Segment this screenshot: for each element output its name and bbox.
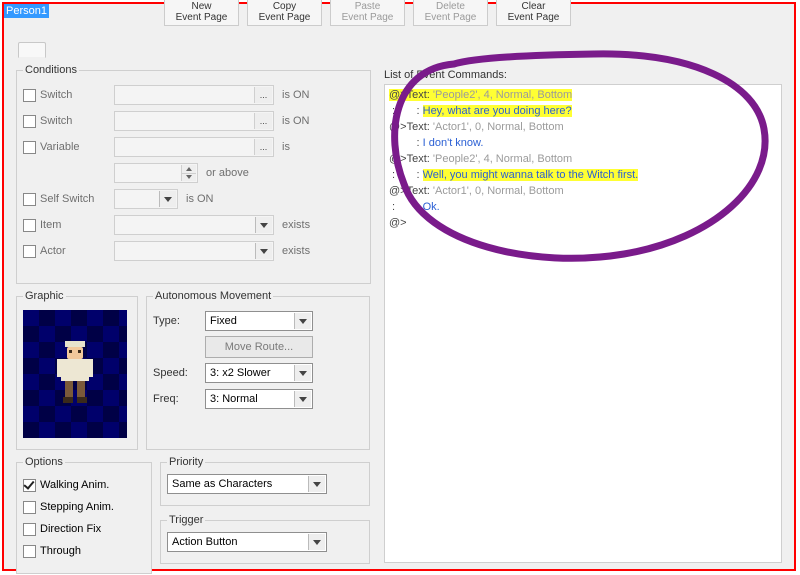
actor-combo[interactable]: [114, 241, 274, 261]
speed-combo[interactable]: 3: x2 Slower: [205, 363, 313, 383]
actor-checkbox[interactable]: [23, 245, 36, 258]
is-on-label: is ON: [282, 89, 310, 101]
options-group: Options Walking Anim. Stepping Anim. Dir…: [16, 456, 152, 574]
ellipsis-icon[interactable]: ...: [254, 139, 272, 155]
command-line[interactable]: @>Text: 'People2', 4, Normal, Bottom: [389, 87, 777, 103]
command-line[interactable]: @>Text: 'People2', 4, Normal, Bottom: [389, 151, 777, 167]
spin-up-icon[interactable]: [182, 165, 196, 173]
event-command-list[interactable]: @>Text: 'People2', 4, Normal, Bottom : :…: [384, 84, 782, 563]
priority-group: Priority Same as Characters: [160, 456, 370, 506]
command-line[interactable]: : : Hey, what are you doing here?: [389, 103, 777, 119]
ellipsis-icon[interactable]: ...: [254, 87, 272, 103]
move-route-button[interactable]: Move Route...: [205, 336, 313, 358]
copy-event-page-button[interactable]: CopyEvent Page: [247, 0, 322, 26]
is-on-label: is ON: [186, 193, 214, 205]
direction-fix-label: Direction Fix: [40, 523, 101, 535]
command-line[interactable]: : : Ok.: [389, 199, 777, 215]
move-type-combo[interactable]: Fixed: [205, 311, 313, 331]
trigger-group: Trigger Action Button: [160, 514, 370, 564]
new-event-page-button[interactable]: NewEvent Page: [164, 0, 239, 26]
chevron-down-icon: [159, 191, 176, 207]
character-graphic[interactable]: [23, 310, 127, 438]
options-legend: Options: [23, 456, 65, 468]
chevron-down-icon: [308, 534, 325, 550]
is-label: is: [282, 141, 290, 153]
direction-fix-checkbox[interactable]: [23, 523, 36, 536]
chevron-down-icon: [294, 313, 311, 329]
through-checkbox[interactable]: [23, 545, 36, 558]
switch1-field[interactable]: ...: [114, 85, 274, 105]
event-page-toolbar: NewEvent Page CopyEvent Page PasteEvent …: [164, 0, 571, 26]
automove-legend: Autonomous Movement: [153, 290, 273, 302]
exists-label: exists: [282, 245, 310, 257]
priority-legend: Priority: [167, 456, 205, 468]
self-switch-combo[interactable]: [114, 189, 178, 209]
event-name-field[interactable]: Person1: [4, 4, 49, 18]
switch1-label: Switch: [40, 89, 110, 101]
spin-down-icon[interactable]: [182, 173, 196, 182]
autonomous-movement-group: Autonomous Movement Type: Fixed Move Rou…: [146, 290, 370, 450]
item-label: Item: [40, 219, 110, 231]
delete-event-page-button: DeleteEvent Page: [413, 0, 488, 26]
freq-label: Freq:: [153, 393, 201, 405]
conditions-legend: Conditions: [23, 64, 79, 76]
command-line[interactable]: : : Well, you might wanna talk to the Wi…: [389, 167, 777, 183]
chevron-down-icon: [294, 391, 311, 407]
command-list-label: List of Event Commands:: [384, 69, 507, 81]
graphic-group: Graphic: [16, 290, 138, 450]
walking-anim-label: Walking Anim.: [40, 479, 109, 491]
command-line[interactable]: @>Text: 'Actor1', 0, Normal, Bottom: [389, 119, 777, 135]
editor-window: Person1 NewEvent Page CopyEvent Page Pas…: [2, 2, 796, 571]
graphic-legend: Graphic: [23, 290, 66, 302]
variable-checkbox[interactable]: [23, 141, 36, 154]
speed-label: Speed:: [153, 367, 201, 379]
item-checkbox[interactable]: [23, 219, 36, 232]
walking-anim-checkbox[interactable]: [23, 479, 36, 492]
is-on-label: is ON: [282, 115, 310, 127]
self-switch-checkbox[interactable]: [23, 193, 36, 206]
variable-label: Variable: [40, 141, 110, 153]
switch1-checkbox[interactable]: [23, 89, 36, 102]
trigger-combo[interactable]: Action Button: [167, 532, 327, 552]
exists-label: exists: [282, 219, 310, 231]
command-line[interactable]: @>Text: 'Actor1', 0, Normal, Bottom: [389, 183, 777, 199]
paste-event-page-button: PasteEvent Page: [330, 0, 405, 26]
switch2-label: Switch: [40, 115, 110, 127]
or-above-label: or above: [206, 167, 249, 179]
actor-label: Actor: [40, 245, 110, 257]
chevron-down-icon: [294, 365, 311, 381]
variable-value-spinner[interactable]: [114, 163, 198, 183]
sprite-icon: [51, 339, 99, 409]
stepping-anim-label: Stepping Anim.: [40, 501, 114, 513]
ellipsis-icon[interactable]: ...: [254, 113, 272, 129]
page-tab-1[interactable]: [18, 42, 46, 58]
switch2-checkbox[interactable]: [23, 115, 36, 128]
variable-field[interactable]: ...: [114, 137, 274, 157]
stepping-anim-checkbox[interactable]: [23, 501, 36, 514]
chevron-down-icon: [255, 217, 272, 233]
item-combo[interactable]: [114, 215, 274, 235]
command-line[interactable]: : : I don't know.: [389, 135, 777, 151]
clear-event-page-button[interactable]: ClearEvent Page: [496, 0, 571, 26]
command-line-end[interactable]: @>: [389, 215, 777, 231]
conditions-group: Conditions Switch ... is ON Switch ... i…: [16, 64, 371, 284]
chevron-down-icon: [308, 476, 325, 492]
switch2-field[interactable]: ...: [114, 111, 274, 131]
trigger-legend: Trigger: [167, 514, 205, 526]
self-switch-label: Self Switch: [40, 193, 110, 205]
type-label: Type:: [153, 315, 201, 327]
freq-combo[interactable]: 3: Normal: [205, 389, 313, 409]
chevron-down-icon: [255, 243, 272, 259]
priority-combo[interactable]: Same as Characters: [167, 474, 327, 494]
through-label: Through: [40, 545, 81, 557]
